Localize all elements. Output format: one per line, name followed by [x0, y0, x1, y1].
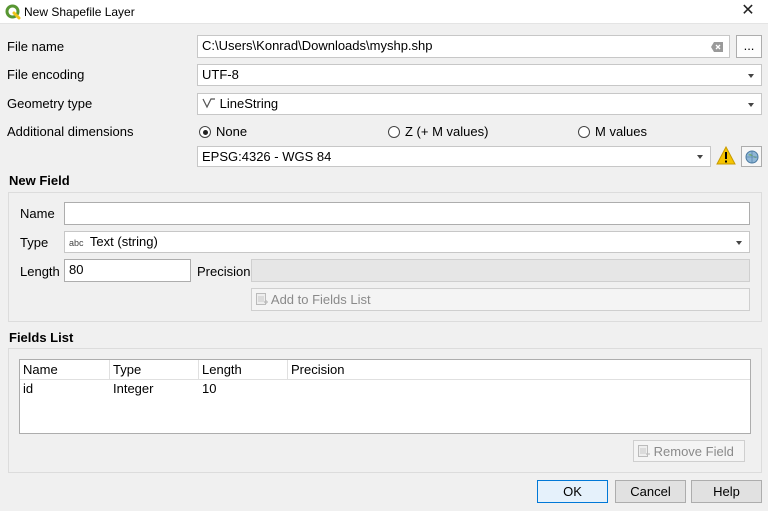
field-precision-label: Precision — [197, 264, 251, 279]
field-type-label: Type — [20, 235, 49, 250]
add-field-icon — [256, 292, 268, 305]
text-type-icon: abc — [69, 238, 84, 248]
additional-dimensions-label: Additional dimensions — [7, 124, 134, 139]
crs-picker-button[interactable] — [741, 146, 762, 167]
crs-select[interactable]: EPSG:4326 - WGS 84 — [197, 146, 711, 167]
chevron-down-icon — [736, 241, 742, 245]
field-length-label: Length — [20, 264, 60, 279]
window-title: New Shapefile Layer — [24, 5, 135, 19]
close-button[interactable]: ✕ — [728, 0, 768, 24]
chevron-down-icon — [748, 103, 754, 107]
field-length-input[interactable]: 80 — [64, 259, 191, 282]
field-type-value: Text (string) — [89, 234, 158, 249]
remove-field-label: Remove Field — [653, 444, 734, 459]
field-name-label: Name — [20, 206, 55, 221]
column-header-precision[interactable]: Precision — [288, 360, 750, 380]
geometry-type-select[interactable]: LineString — [197, 93, 762, 115]
radio-z-m[interactable] — [388, 126, 400, 138]
remove-field-button[interactable]: Remove Field — [633, 440, 745, 462]
field-type-select[interactable]: abc Text (string) — [64, 231, 750, 253]
chevron-down-icon — [748, 74, 754, 78]
field-name-input[interactable] — [64, 202, 750, 225]
geometry-type-value: LineString — [219, 96, 279, 111]
globe-icon — [745, 150, 759, 164]
radio-none-label: None — [216, 124, 248, 139]
fields-table[interactable]: Name Type Length Precision id Integer 10 — [19, 359, 751, 434]
file-name-value: C:\Users\Konrad\Downloads\myshp.shp — [202, 38, 433, 53]
close-icon: ✕ — [741, 2, 755, 19]
warning-icon — [716, 146, 736, 165]
remove-field-icon — [638, 444, 650, 457]
file-name-input[interactable]: C:\Users\Konrad\Downloads\myshp.shp — [197, 35, 730, 58]
column-header-length[interactable]: Length — [199, 360, 288, 380]
file-encoding-value: UTF-8 — [202, 67, 239, 82]
cell-length: 10 — [202, 381, 217, 396]
file-name-label: File name — [7, 39, 65, 54]
radio-m[interactable] — [578, 126, 590, 138]
column-header-name[interactable]: Name — [20, 360, 110, 380]
cell-type: Integer — [113, 381, 154, 396]
cancel-button[interactable]: Cancel — [615, 480, 686, 503]
help-button[interactable]: Help — [691, 480, 762, 503]
add-to-fields-button[interactable]: Add to Fields List — [251, 288, 750, 311]
add-to-fields-label: Add to Fields List — [270, 292, 371, 307]
field-length-value: 80 — [69, 262, 84, 277]
fields-list-title: Fields List — [9, 330, 74, 345]
geometry-type-label: Geometry type — [7, 96, 93, 111]
clear-icon[interactable] — [711, 42, 723, 52]
chevron-down-icon — [697, 155, 703, 159]
radio-z-m-label: Z (+ M values) — [405, 124, 489, 139]
radio-m-label: M values — [595, 124, 648, 139]
file-encoding-select[interactable]: UTF-8 — [197, 64, 762, 86]
crs-value: EPSG:4326 - WGS 84 — [202, 149, 332, 164]
radio-none[interactable] — [199, 126, 211, 138]
linestring-icon — [202, 98, 215, 109]
qgis-logo-icon — [5, 4, 21, 20]
new-field-title: New Field — [9, 173, 70, 188]
cell-precision — [288, 380, 488, 398]
ok-button[interactable]: OK — [537, 480, 608, 503]
field-precision-input[interactable] — [251, 259, 750, 282]
browse-button[interactable]: ... — [736, 35, 762, 58]
table-row[interactable]: id Integer 10 — [20, 380, 750, 398]
cell-name: id — [23, 381, 34, 396]
file-encoding-label: File encoding — [7, 67, 85, 82]
title-bar: New Shapefile Layer ✕ — [0, 0, 768, 24]
column-header-type[interactable]: Type — [110, 360, 199, 380]
